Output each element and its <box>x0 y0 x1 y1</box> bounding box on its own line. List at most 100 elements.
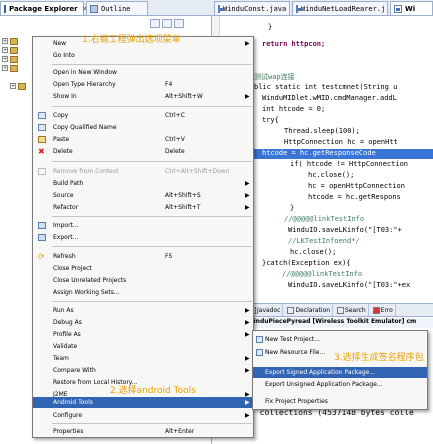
error-icon <box>372 306 380 314</box>
code-line: WinduIO.saveLKinfo("[T03:"+ <box>288 226 402 234</box>
menu-item-label: Import... <box>53 222 79 229</box>
expand-icon[interactable]: + <box>2 38 8 44</box>
menu-item-source[interactable]: Source Alt+Shift+S ▶ <box>33 190 253 201</box>
collapse-all-icon[interactable] <box>150 18 160 28</box>
menu-item-remove-from-context[interactable]: Remove from Context Ctrl+Alt+Shift+Down <box>33 166 253 177</box>
menu-item-label: Close Unrelated Projects <box>53 277 127 284</box>
menu-item-copy-qualified-name[interactable]: Copy Qualified Name <box>33 122 253 133</box>
menu-item-build-path[interactable]: Build Path ▶ <box>33 178 253 189</box>
menu-item-label: Remove from Context <box>53 168 119 175</box>
menu-item-refactor[interactable]: Refactor Alt+Shift+T ▶ <box>33 202 253 213</box>
menu-item-label: Configure <box>53 412 83 419</box>
submenu-arrow-icon: ▶ <box>245 192 250 199</box>
expand-icon[interactable]: + <box>10 83 16 89</box>
submenu-arrow-icon: ▶ <box>245 319 250 326</box>
tab-search-label: Search <box>345 306 366 314</box>
code-line: //LKTestInfoend*/ <box>288 237 360 245</box>
menu-item-team[interactable]: Team ▶ <box>33 353 253 364</box>
delete-icon: ✖ <box>38 147 45 156</box>
expand-icon[interactable]: + <box>2 65 8 71</box>
java-file-icon <box>394 4 402 13</box>
tab-file-active[interactable]: Wi <box>390 1 433 15</box>
menu-item-refresh[interactable]: ⟳ Refresh F5 <box>33 251 253 262</box>
menu-item-open-type-hierarchy[interactable]: Open Type Hierarchy F4 <box>33 79 253 90</box>
menu-item-validate[interactable]: Validate <box>33 341 253 352</box>
new-file-icon <box>256 349 263 356</box>
menu-item-import[interactable]: Import... <box>33 220 253 231</box>
tab-file1-label: WinduConst.java <box>223 4 287 13</box>
tab-package-explorer[interactable]: Package Explorer ✕ <box>0 1 87 15</box>
refresh-icon: ⟳ <box>38 252 45 261</box>
project-icon <box>10 37 18 45</box>
menu-item-properties[interactable]: Properties Alt+Enter <box>33 426 253 437</box>
submenu-item-export-signed-package[interactable]: Export Signed Application Package... <box>253 367 427 378</box>
paste-icon <box>38 136 46 143</box>
submenu-item-label: Fix Project Properties <box>265 398 328 405</box>
code-line: WinduMIDlet.wMID.cmdManager.addL <box>262 94 397 102</box>
code-line: try{ <box>262 116 279 124</box>
tab-declaration[interactable]: Declaration <box>285 304 334 316</box>
menu-item-debug-as[interactable]: Debug As ▶ <box>33 317 253 328</box>
tab-search[interactable]: Search <box>335 304 369 316</box>
view-menu-icon[interactable] <box>174 18 184 28</box>
menu-item-profile-as[interactable]: Profile As ▶ <box>33 329 253 340</box>
submenu-arrow-icon: ▶ <box>245 355 250 362</box>
tab-error-log[interactable]: Erro <box>371 304 396 316</box>
copy-icon <box>38 124 46 131</box>
tab-javadoc-label: Javadoc <box>257 306 281 314</box>
submenu-item-new-test-project[interactable]: New Test Project... <box>253 334 427 345</box>
submenu-item-export-unsigned-package[interactable]: Export Unsigned Application Package... <box>253 379 427 390</box>
console-title: WinduPiecePyread [Wireless Toolkit Emula… <box>245 318 433 328</box>
menu-item-android-tools[interactable]: Android Tools ▶ <box>33 397 253 408</box>
submenu-item-label: Export Unsigned Application Package... <box>265 381 383 388</box>
tree-item[interactable]: + <box>10 82 26 90</box>
tab-file3-label: Wi <box>405 4 416 13</box>
menu-item-run-as[interactable]: Run As ▶ <box>33 305 253 316</box>
menu-item-go-into[interactable]: Go Into <box>33 50 253 61</box>
tree-item[interactable]: + <box>2 55 18 63</box>
submenu-arrow-icon: ▶ <box>245 412 250 419</box>
tab-file-windunetload[interactable]: WinduNetLoadRearer.j <box>292 1 388 15</box>
submenu-arrow-icon: ▶ <box>245 307 250 314</box>
expand-icon[interactable]: + <box>2 47 8 53</box>
menu-item-configure[interactable]: Configure ▶ <box>33 410 253 421</box>
menu-item-copy[interactable]: Copy Ctrl+C <box>33 110 253 121</box>
shortcut-label: Ctrl+V <box>165 136 185 143</box>
menu-item-label: Go Into <box>53 52 75 59</box>
tree-item[interactable]: + <box>2 37 18 45</box>
code-line: hc = openHttpConnection <box>308 182 405 190</box>
tab-error-label: Erro <box>380 306 393 314</box>
tree-item[interactable]: + <box>2 64 18 72</box>
menu-item-label: Compare With <box>53 367 96 374</box>
menu-item-close-project[interactable]: Close Project <box>33 263 253 274</box>
bottom-view-tabs: Javadoc Declaration Search Erro <box>245 303 433 317</box>
menu-item-export[interactable]: Export... <box>33 232 253 243</box>
menu-item-close-unrelated[interactable]: Close Unrelated Projects <box>33 275 253 286</box>
tree-item[interactable]: + <box>2 46 18 54</box>
menu-item-label: Copy Qualified Name <box>53 124 117 131</box>
import-icon <box>38 222 46 229</box>
menu-item-label: Close Project <box>53 265 92 272</box>
tab-file-winduconst[interactable]: WinduConst.java <box>214 1 290 15</box>
annotation-step3: 3.选择生成签名程序包 <box>334 353 424 363</box>
menu-item-delete[interactable]: ✖ Delete Delete <box>33 146 253 157</box>
tab-outline[interactable]: Outline <box>86 1 148 15</box>
menu-item-assign-working-sets[interactable]: Assign Working Sets... <box>33 287 253 298</box>
menu-item-paste[interactable]: Paste Ctrl+V <box>33 134 253 145</box>
annotation-step2: 2.选择android Tools <box>110 386 196 396</box>
submenu-item-fix-project-properties[interactable]: Fix Project Properties <box>253 396 427 407</box>
menu-item-show-in[interactable]: Show In Alt+Shift+W ▶ <box>33 91 253 102</box>
code-line: blic static int testcmnet(String u <box>254 83 398 91</box>
menu-item-label: Open Type Hierarchy <box>53 81 116 88</box>
code-line: HttpConnection hc = openHtt <box>284 138 398 146</box>
expand-icon[interactable]: + <box>2 56 8 62</box>
export-icon <box>38 234 46 241</box>
link-editor-icon[interactable] <box>162 18 172 28</box>
menu-item-label: Validate <box>53 343 78 350</box>
code-line: return httpcon; <box>262 40 326 48</box>
menu-item-open-new-window[interactable]: Open in New Window <box>33 67 253 78</box>
menu-item-compare-with[interactable]: Compare With ▶ <box>33 365 253 376</box>
menu-item-label: Refactor <box>53 204 79 211</box>
project-icon <box>10 46 18 54</box>
menu-item-label: Build Path <box>53 180 84 187</box>
